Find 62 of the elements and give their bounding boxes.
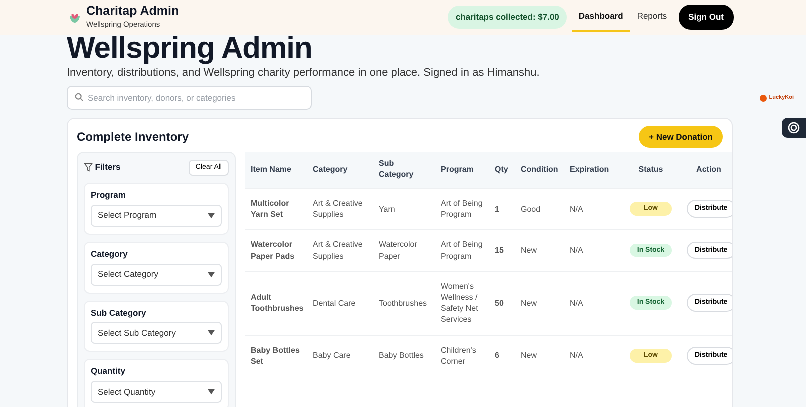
select-field[interactable]: Select Category [91, 264, 222, 286]
table-cell: Art & Creative Supplies [307, 230, 373, 272]
table-cell: N/A [564, 335, 621, 376]
nav-tab[interactable]: Dashboard [572, 3, 630, 32]
caret-icon [208, 330, 215, 336]
table-cell: Baby Bottles [373, 335, 435, 376]
table-cell: Watercolor Paper [373, 230, 435, 272]
table-cell: 50 [489, 271, 515, 335]
column-header: Category [307, 152, 373, 188]
filter-label: Sub Category [91, 306, 148, 320]
table-cell: Baby Care [307, 335, 373, 376]
column-header: Item Name [245, 152, 307, 188]
page-title: Wellspring Admin [67, 35, 314, 64]
column-header: Condition [515, 152, 564, 188]
table-cell: Women's Wellness / Safety Net Services [435, 271, 489, 335]
table-cell: New [515, 335, 564, 376]
caret-icon [208, 389, 215, 395]
nav-tab[interactable]: Reports [630, 3, 674, 32]
column-header: Program [435, 152, 489, 188]
select-field[interactable]: Select Quantity [91, 381, 222, 403]
side-widget[interactable] [782, 118, 806, 138]
table-cell: New [515, 271, 564, 335]
search-field[interactable]: Search inventory, donors, or categories [67, 86, 312, 110]
table-cell: Adult Toothbrushes [245, 271, 307, 335]
table-cell: Baby Bottles Set [245, 335, 307, 376]
table-cell: Art & Creative Supplies [307, 188, 373, 230]
sign-out-button[interactable]: Sign Out [678, 5, 734, 30]
column-header: Status [621, 152, 681, 188]
page-description: Inventory, distributions, and Wellspring charity performance in one place. Signed in as Himanshu. [67, 66, 541, 80]
table-cell: Children's Corner [435, 335, 489, 376]
table-cell: 1 [489, 188, 515, 230]
table-cell: N/A [564, 230, 621, 272]
new-donation-button[interactable]: + New Donation [639, 126, 723, 148]
column-header: Sub Category [373, 152, 435, 188]
caret-icon [208, 212, 215, 219]
caret-icon [208, 272, 215, 278]
column-header: Qty [489, 152, 515, 188]
table-cell: Good [515, 188, 564, 230]
table-cell: N/A [564, 188, 621, 230]
select-field[interactable]: Select Program [91, 204, 222, 227]
table-cell: N/A [564, 271, 621, 335]
filter-label: Quantity [91, 365, 126, 378]
table-cell: 15 [489, 230, 515, 272]
app-title: Charitap Admin [86, 5, 180, 19]
column-header: Expiration [564, 152, 621, 188]
table-cell: 6 [489, 335, 515, 376]
table-cell: Dental Care [307, 271, 373, 335]
filter-icon [84, 163, 93, 172]
table-cell: Art of Being Program [435, 188, 489, 230]
filter-label: Category [91, 248, 129, 260]
table-cell: Art of Being Program [435, 230, 489, 272]
filter-label: Program [91, 189, 127, 202]
table-cell: Watercolor Paper Pads [245, 230, 307, 272]
section-title: Complete Inventory [77, 129, 190, 146]
table-cell: Toothbrushes [373, 271, 435, 335]
table-cell: Multicolor Yarn Set [245, 188, 307, 230]
table-cell: New [515, 230, 564, 272]
column-header: Action [681, 152, 732, 188]
collected-pill: charitaps collected: $7.00 [448, 6, 568, 29]
select-field[interactable]: Select Sub Category [91, 322, 222, 344]
table-cell: Yarn [373, 188, 435, 230]
filters-title: Filters [95, 161, 121, 174]
